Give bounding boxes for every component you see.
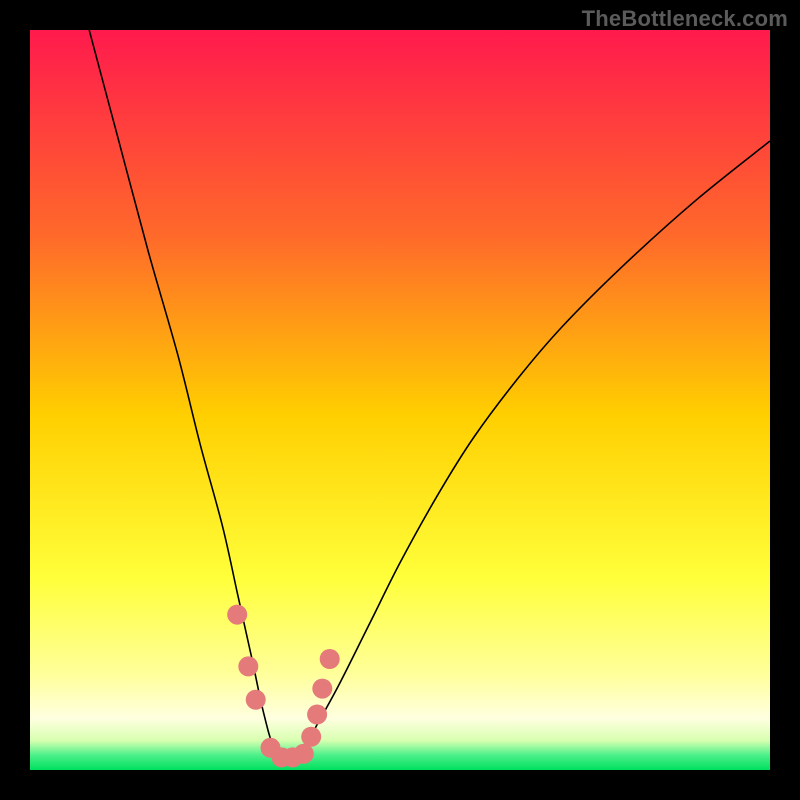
chart-frame: TheBottleneck.com redorangeye — [0, 0, 800, 800]
highlight-dot-0 — [227, 605, 247, 625]
band-red: red — [391, 114, 410, 129]
highlight-dot-2 — [246, 690, 266, 710]
highlight-dot-1 — [238, 656, 258, 676]
highlight-dot-9 — [312, 679, 332, 699]
highlight-dot-10 — [320, 649, 340, 669]
watermark-text: TheBottleneck.com — [582, 6, 788, 32]
band-cream: cream — [382, 721, 418, 736]
highlight-dot-8 — [307, 705, 327, 725]
bottleneck-chart: red orange yellow pale-yellow cream green — [30, 30, 770, 770]
plot-area: red orange yellow pale-yellow cream green — [30, 30, 770, 770]
band-green: green — [383, 750, 416, 765]
band-orange: orange — [380, 299, 420, 314]
highlight-dot-6 — [294, 744, 314, 764]
band-yellow: yellow — [382, 495, 419, 510]
band-pale-yellow: pale-yellow — [367, 650, 433, 665]
highlight-dot-7 — [301, 727, 321, 747]
